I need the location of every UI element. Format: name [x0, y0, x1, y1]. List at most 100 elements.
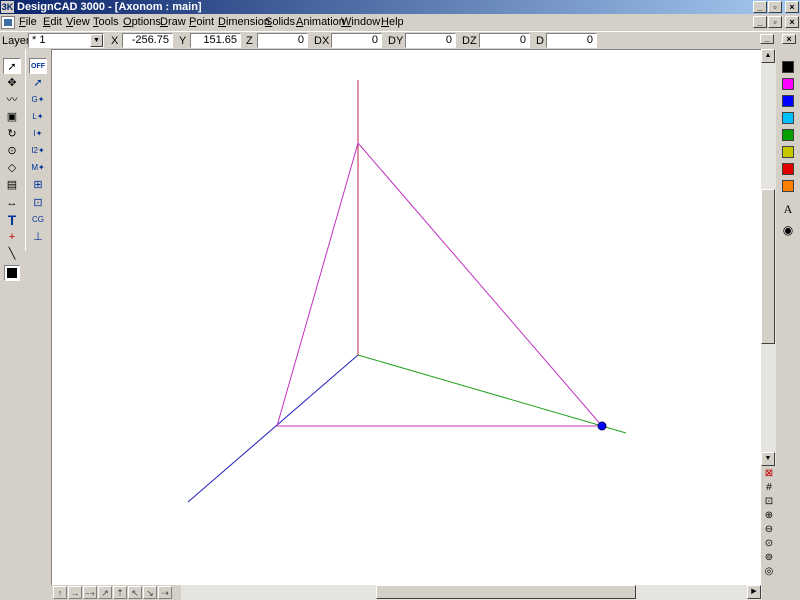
zoom-window-icon[interactable]: ⊡	[762, 495, 776, 508]
two-line-snap-icon[interactable]: I2✦	[29, 143, 47, 159]
menu-options[interactable]: Options	[123, 14, 161, 31]
color-well[interactable]	[4, 265, 20, 281]
polyline-icon[interactable]: 〰	[3, 92, 21, 108]
menu-point[interactable]: Point	[189, 14, 214, 31]
zoom-out-icon[interactable]: ⊖	[762, 523, 776, 536]
snap-select-icon[interactable]: ➚	[29, 75, 47, 91]
scroll-down-icon[interactable]: ▼	[761, 452, 775, 466]
intersection-snap-icon[interactable]: I✦	[29, 126, 47, 142]
circle-icon[interactable]: ⊙	[3, 143, 21, 159]
polygon-icon[interactable]: ◇	[3, 160, 21, 176]
cg-snap-icon[interactable]: CG	[29, 212, 47, 228]
image-icon[interactable]: ▤	[3, 177, 21, 193]
dx-field[interactable]: 0	[331, 33, 382, 48]
y-label: Y	[179, 35, 187, 47]
dx-label: DX	[314, 35, 330, 47]
snap-direction-icon[interactable]: →	[68, 586, 82, 599]
color-swatch-green[interactable]	[782, 129, 794, 141]
menu-dimension[interactable]: Dimension	[218, 14, 270, 31]
color-swatch-black[interactable]	[782, 61, 794, 73]
menu-draw[interactable]: Draw	[160, 14, 186, 31]
move-icon[interactable]: ✥	[3, 75, 21, 91]
document-icon[interactable]	[1, 16, 15, 29]
menu-window[interactable]: Window	[341, 14, 380, 31]
main-toolbox: ➚ ✥ 〰 ▣ ↻ ⊙ ◇ ▤ ↔ T + ╲	[0, 49, 25, 585]
menu-edit[interactable]: Edit	[43, 14, 62, 31]
zoom-all-icon[interactable]: ◎	[762, 565, 776, 578]
axonometric-drawing	[187, 80, 627, 503]
maximize-button[interactable]: ▫	[768, 1, 782, 13]
zoom-previous-icon[interactable]: ⊚	[762, 551, 776, 564]
perpendicular-snap-icon[interactable]: ⊥	[29, 229, 47, 245]
title-bar: 3K DesignCAD 3000 - [Axonom : main] _ ▫ …	[0, 0, 800, 14]
snap-direction-icon[interactable]: ↗	[98, 586, 112, 599]
color-palette: A ◉	[776, 49, 800, 600]
grid-icon[interactable]: #	[762, 481, 776, 494]
scroll-up-icon[interactable]: ▲	[761, 49, 775, 63]
zoom-in-icon[interactable]: ⊕	[762, 509, 776, 522]
chevron-down-icon[interactable]: ▼	[90, 34, 103, 47]
color-swatch-red[interactable]	[782, 163, 794, 175]
scroll-right-icon[interactable]: ▶	[747, 585, 761, 599]
selected-point-handle	[597, 421, 607, 431]
solid-box-icon[interactable]: ▣	[3, 109, 21, 125]
line-icon[interactable]: ╲	[3, 246, 21, 262]
color-swatch-yellow[interactable]	[782, 146, 794, 158]
fill-color-icon	[7, 268, 17, 278]
doc-minimize-button[interactable]: _	[753, 16, 767, 28]
minimize-button[interactable]: _	[753, 1, 767, 13]
snap-direction-icon[interactable]: ↘	[143, 586, 157, 599]
menu-help[interactable]: Help	[381, 14, 404, 31]
grid-snap-icon[interactable]: ⊡	[29, 195, 47, 211]
coordinate-bar: Layer * 1 ▼ X -256.75 Y 151.65 Z 0 DX 0 …	[0, 31, 800, 49]
cursor-point-icon[interactable]: +	[3, 229, 21, 245]
select-arrow-icon[interactable]: ➚	[3, 58, 21, 74]
snap-direction-icon[interactable]: ↑	[53, 586, 67, 599]
color-swatch-cyan[interactable]	[782, 112, 794, 124]
menu-solids[interactable]: Solids	[265, 14, 295, 31]
rotate-icon[interactable]: ↻	[3, 126, 21, 142]
snap-direction-icon[interactable]: ⤍	[83, 586, 97, 599]
window-title: DesignCAD 3000 - [Axonom : main]	[17, 1, 202, 13]
z-coordinate-field[interactable]: 0	[257, 33, 308, 48]
close-button[interactable]: ×	[785, 1, 799, 13]
toolbar-close-button[interactable]: ×	[782, 34, 796, 44]
text-style-icon[interactable]: A	[779, 201, 797, 217]
color-swatch-orange[interactable]	[782, 180, 794, 192]
line-snap-icon[interactable]: L✦	[29, 109, 47, 125]
horizontal-scrollbar[interactable]: ▶	[181, 585, 762, 600]
menu-tools[interactable]: Tools	[93, 14, 119, 31]
gravity-snap-icon[interactable]: G✦	[29, 92, 47, 108]
snap-direction-icon[interactable]: ⇡	[113, 586, 127, 599]
dy-field[interactable]: 0	[405, 33, 456, 48]
midpoint-snap-icon[interactable]: M✦	[29, 160, 47, 176]
drawing-canvas[interactable]	[51, 49, 761, 585]
y-coordinate-field[interactable]: 151.65	[190, 33, 241, 48]
zoom-extents-icon[interactable]: ⊙	[762, 537, 776, 550]
vertical-scroll-thumb[interactable]	[761, 189, 775, 344]
d-field[interactable]: 0	[546, 33, 597, 48]
dz-field[interactable]: 0	[479, 33, 530, 48]
layer-select[interactable]: * 1 ▼	[28, 33, 104, 48]
horizontal-scroll-thumb[interactable]	[376, 585, 636, 599]
eye-icon[interactable]: ◉	[779, 222, 797, 238]
menu-view[interactable]: View	[66, 14, 90, 31]
menu-file[interactable]: File	[19, 14, 37, 31]
x-coordinate-field[interactable]: -256.75	[122, 33, 173, 48]
dimension-icon[interactable]: ↔	[3, 195, 21, 211]
snap-direction-icon[interactable]: ⇢	[158, 586, 172, 599]
app-icon[interactable]: 3K	[1, 1, 14, 13]
layer-value: * 1	[32, 34, 46, 46]
toolbar-minimize-button[interactable]: _	[760, 34, 774, 44]
vertical-scrollbar[interactable]: ▲ ▼	[761, 49, 776, 466]
color-swatch-magenta[interactable]	[782, 78, 794, 90]
doc-restore-button[interactable]: ▫	[768, 16, 782, 28]
view-close-icon[interactable]: ⊠	[762, 467, 776, 480]
menu-animation[interactable]: Animation	[296, 14, 345, 31]
doc-close-button[interactable]: ×	[785, 16, 799, 28]
snap-off-button[interactable]: OFF	[29, 58, 47, 74]
color-swatch-blue[interactable]	[782, 95, 794, 107]
text-icon[interactable]: T	[3, 212, 21, 228]
snap-direction-icon[interactable]: ↖	[128, 586, 142, 599]
center-snap-icon[interactable]: ⊞	[29, 177, 47, 193]
